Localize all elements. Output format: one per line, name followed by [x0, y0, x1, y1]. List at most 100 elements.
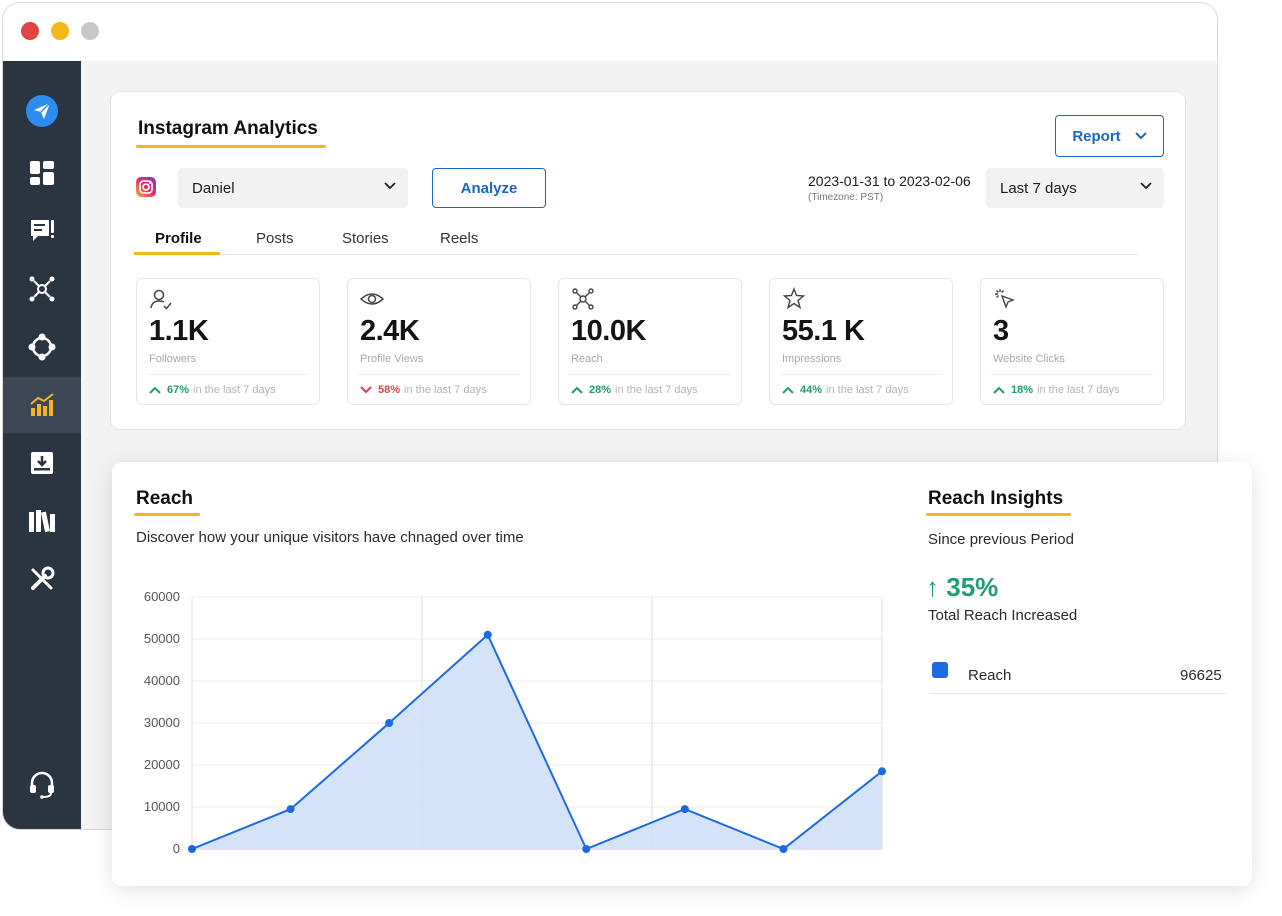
tab-bar: Profile Posts Stories Reels	[134, 222, 1138, 255]
sidebar-item-library[interactable]	[3, 493, 81, 549]
message-icon	[31, 220, 54, 241]
network-icon	[572, 288, 594, 310]
data-point	[188, 845, 196, 853]
tools-icon	[31, 566, 55, 590]
star-icon	[782, 287, 806, 310]
insights-title: Reach Insights	[928, 488, 1064, 509]
sidebar-item-send[interactable]	[3, 83, 81, 139]
metric-change-percent: 18%	[1011, 384, 1034, 396]
tab-stories[interactable]: Stories	[342, 230, 389, 247]
reach-title-underline	[134, 513, 200, 516]
data-point	[286, 805, 295, 814]
sidebar-item-support[interactable]	[3, 757, 81, 813]
report-button-label: Report	[1072, 127, 1121, 145]
close-window-button[interactable]	[21, 22, 39, 40]
sidebar-item-messages[interactable]	[3, 203, 81, 259]
metric-value: 55.1 K	[782, 315, 865, 347]
tab-posts[interactable]: Posts	[256, 230, 294, 247]
cursor-click-icon	[995, 289, 1015, 309]
chevron-up-icon	[993, 386, 1005, 394]
sidebar-item-dashboard[interactable]	[3, 145, 81, 201]
metric-value: 1.1K	[149, 315, 209, 347]
data-point	[385, 719, 394, 727]
metric-value: 3	[993, 315, 1009, 347]
divider	[147, 374, 309, 375]
y-tick-label: 60000	[144, 589, 180, 604]
data-point	[680, 805, 689, 814]
network-icon	[29, 276, 55, 302]
legend-divider	[930, 693, 1226, 694]
account-select[interactable]: Daniel	[178, 168, 408, 208]
insights-since: Since previous Period	[928, 531, 1074, 548]
orbit-icon	[28, 333, 56, 361]
sidebar-item-inbox[interactable]	[3, 435, 81, 491]
chevron-up-icon	[149, 386, 161, 394]
title-bar	[3, 3, 1217, 61]
metric-change: 44% in the last 7 days	[782, 384, 909, 396]
title-underline	[136, 145, 326, 148]
data-point	[582, 845, 591, 853]
date-range: 2023-01-31 to 2023-02-06	[808, 173, 971, 189]
metric-change-suffix: in the last 7 days	[1037, 384, 1120, 396]
metric-card-followers: 1.1K Followers 67% in the last 7 days	[136, 278, 320, 405]
y-tick-label: 20000	[144, 757, 180, 772]
sidebar-item-orbit[interactable]	[3, 319, 81, 375]
chevron-down-icon	[360, 386, 372, 394]
report-button[interactable]: Report	[1055, 115, 1164, 157]
y-tick-label: 10000	[144, 799, 180, 814]
metric-change-suffix: in the last 7 days	[826, 384, 909, 396]
period-select[interactable]: Last 7 days	[986, 168, 1164, 208]
reach-subtitle: Discover how your unique visitors have c…	[136, 529, 524, 546]
insights-title-underline	[926, 513, 1071, 516]
metric-label: Reach	[571, 353, 603, 365]
arrow-up-icon: ↑	[926, 572, 939, 602]
user-check-icon	[150, 289, 172, 310]
chevron-down-icon	[1134, 132, 1147, 140]
divider	[358, 374, 520, 375]
eye-icon	[360, 293, 384, 305]
active-tab-underline	[134, 252, 220, 255]
library-icon	[29, 510, 55, 533]
data-point	[483, 630, 492, 639]
analyze-button[interactable]: Analyze	[432, 168, 546, 208]
analytics-icon	[30, 393, 54, 416]
data-point	[779, 845, 788, 853]
reach-chart: 0 10000 20000 30000 40000 50000 60000	[144, 589, 886, 856]
metric-label: Impressions	[782, 353, 842, 365]
metric-change: 28% in the last 7 days	[571, 384, 698, 396]
tab-reels[interactable]: Reels	[440, 230, 478, 247]
metric-card-profile-views: 2.4K Profile Views 58% in the last 7 day…	[347, 278, 531, 405]
page-title: Instagram Analytics	[138, 118, 318, 139]
paper-plane-icon	[26, 95, 58, 127]
metric-card-impressions: 55.1 K Impressions 44% in the last 7 day…	[769, 278, 953, 405]
metric-change-percent: 28%	[589, 384, 612, 396]
account-select-value: Daniel	[192, 179, 235, 197]
minimize-window-button[interactable]	[51, 22, 69, 40]
chevron-up-icon	[571, 386, 583, 394]
tab-profile[interactable]: Profile	[155, 230, 202, 247]
legend-label: Reach	[968, 667, 1012, 684]
period-select-value: Last 7 days	[1000, 179, 1077, 197]
metric-label: Website Clicks	[993, 353, 1065, 365]
analyze-button-label: Analyze	[460, 179, 518, 197]
maximize-window-button[interactable]	[81, 22, 99, 40]
metric-change-percent: 44%	[800, 384, 823, 396]
sidebar-item-tools[interactable]	[3, 551, 81, 607]
metric-label: Followers	[149, 353, 197, 365]
metric-change-suffix: in the last 7 days	[193, 384, 276, 396]
metric-value: 10.0K	[571, 315, 646, 347]
sidebar-item-analytics[interactable]	[3, 377, 81, 433]
y-tick-label: 50000	[144, 631, 180, 646]
instagram-icon	[136, 177, 156, 197]
metric-change-percent: 58%	[378, 384, 401, 396]
y-tick-label: 0	[173, 841, 180, 856]
metric-card-website-clicks: 3 Website Clicks 18% in the last 7 days	[980, 278, 1164, 405]
headset-icon	[30, 771, 54, 799]
sidebar-item-network[interactable]	[3, 261, 81, 317]
chevron-down-icon	[1140, 182, 1152, 190]
insights-percent: ↑ 35%	[926, 572, 998, 603]
metric-change-suffix: in the last 7 days	[404, 384, 487, 396]
metric-label: Profile Views	[360, 353, 424, 365]
insights-caption: Total Reach Increased	[928, 607, 1078, 624]
reach-title: Reach	[136, 488, 194, 509]
